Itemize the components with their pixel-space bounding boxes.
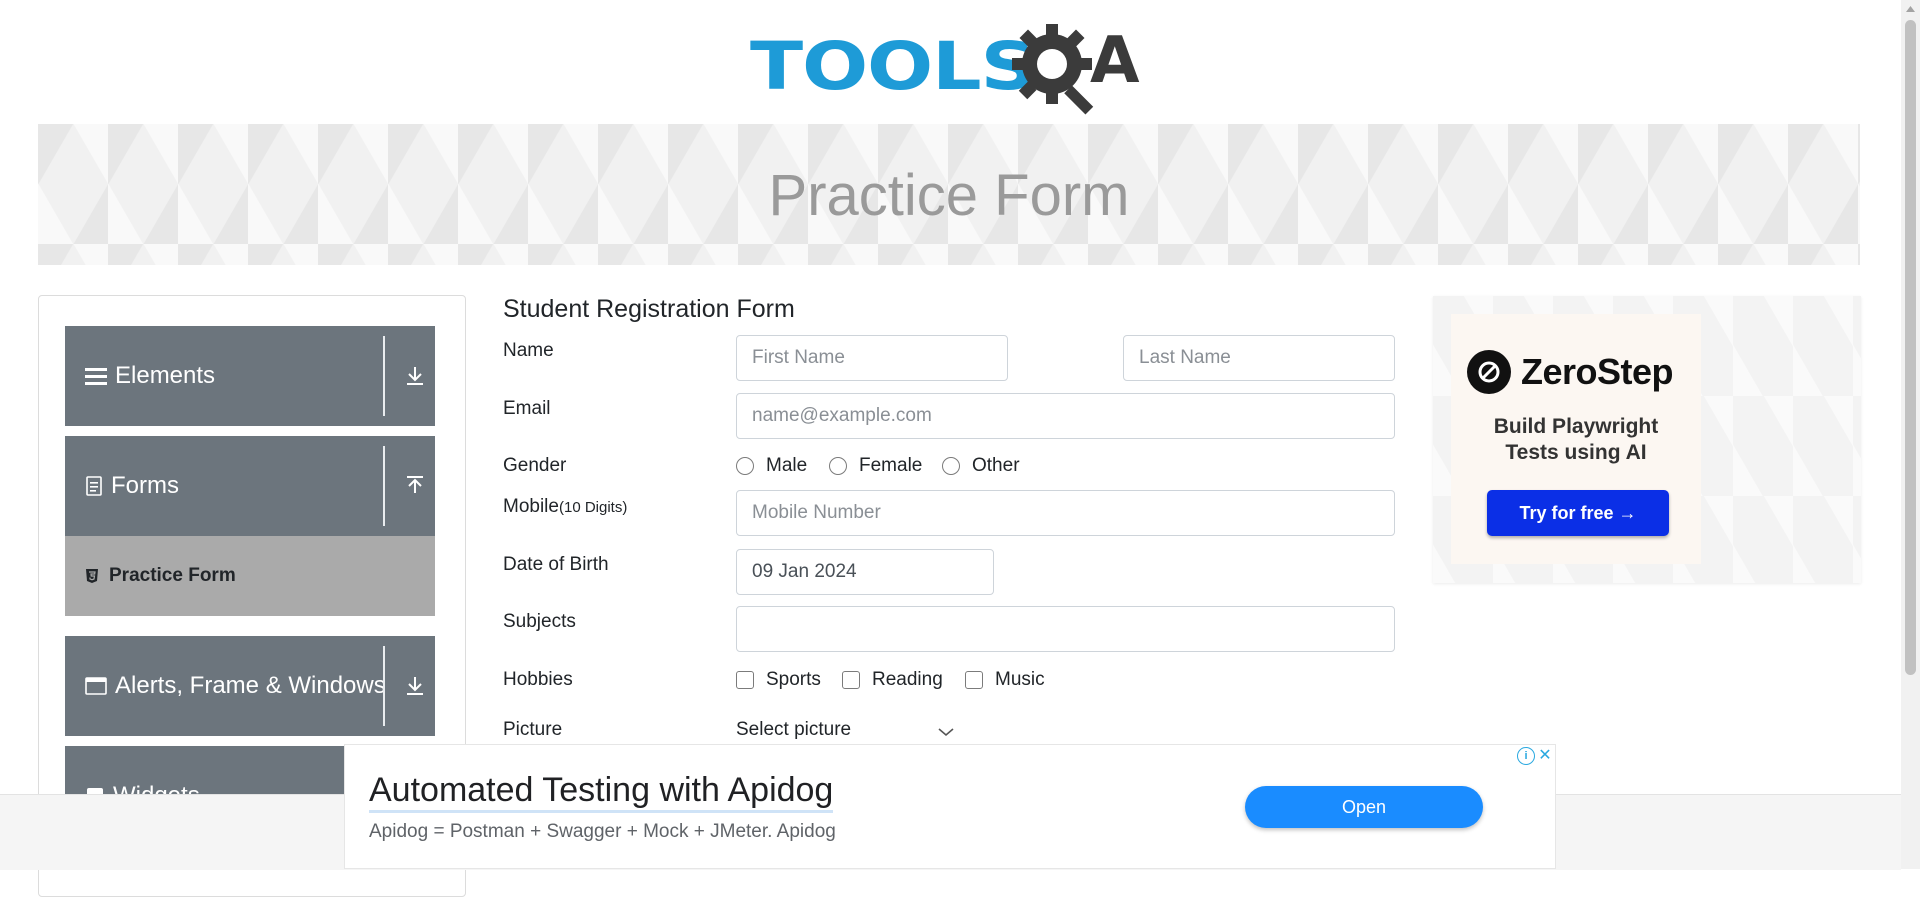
radio-circle[interactable] [829, 457, 847, 475]
zerostep-ad[interactable]: ZeroStep Build Playwright Tests using AI… [1433, 296, 1861, 583]
sidebar-group-label: Alerts, Frame & Windows [115, 672, 386, 699]
form-title: Student Registration Form [503, 295, 795, 323]
hobby-sports-checkbox[interactable]: Sports [736, 669, 821, 691]
ad-open-button[interactable]: Open [1245, 786, 1483, 828]
ad-subtitle: Apidog = Postman + Swagger + Mock + JMet… [369, 821, 836, 842]
download-arrow-icon[interactable] [395, 636, 435, 736]
hobby-reading-checkbox[interactable]: Reading [842, 669, 943, 691]
dob-label: Date of Birth [503, 554, 609, 575]
logo-a-text: A [1090, 24, 1140, 98]
first-name-input[interactable] [736, 335, 1008, 381]
html5-icon [85, 568, 99, 584]
divider [383, 336, 385, 416]
chevron-down-icon[interactable] [937, 726, 955, 738]
hobby-label: Reading [872, 669, 943, 690]
gender-male-radio[interactable]: Male [736, 455, 807, 477]
select-picture-label: Select picture [736, 719, 852, 740]
gender-female-radio[interactable]: Female [829, 455, 922, 477]
hobby-label: Music [995, 669, 1045, 690]
page-banner: Practice Form [38, 124, 1860, 265]
apidog-ad[interactable]: Automated Testing with Apidog Apidog = P… [344, 744, 1556, 869]
scrollbar-thumb[interactable] [1905, 20, 1916, 675]
picture-label: Picture [503, 719, 563, 740]
select-picture-button[interactable]: Select picture [736, 719, 851, 741]
checkbox-box[interactable] [842, 671, 860, 689]
hobby-music-checkbox[interactable]: Music [965, 669, 1045, 691]
subjects-label: Subjects [503, 611, 576, 632]
zerostep-tagline: Build Playwright Tests using AI [1451, 414, 1701, 466]
divider [383, 646, 385, 726]
ad-title[interactable]: Automated Testing with Apidog [369, 771, 834, 813]
scroll-up-arrow-icon[interactable] [1901, 0, 1920, 18]
gender-other-radio[interactable]: Other [942, 455, 1020, 477]
last-name-input[interactable] [1123, 335, 1395, 381]
sidebar-group-alerts[interactable]: Alerts, Frame & Windows [65, 636, 435, 736]
sidebar-group-forms[interactable]: Forms [65, 436, 435, 536]
sidebar-group-label: Elements [115, 362, 216, 389]
gender-option-label: Other [972, 455, 1020, 476]
ad-info-icon[interactable]: i [1517, 747, 1535, 765]
zerostep-mark-icon [1467, 350, 1511, 394]
upload-arrow-icon[interactable] [395, 436, 435, 536]
sidebar-group-elements[interactable]: Elements [65, 326, 435, 426]
dob-input[interactable] [736, 549, 994, 595]
subjects-input[interactable] [736, 606, 1395, 652]
try-for-free-button[interactable]: Try for free → [1487, 490, 1669, 536]
logo-tools-text: TOOLS [750, 27, 1037, 105]
radio-circle[interactable] [942, 457, 960, 475]
tagline-line1: Build Playwright [1493, 415, 1659, 438]
vertical-scrollbar[interactable] [1901, 0, 1920, 869]
radio-circle[interactable] [736, 457, 754, 475]
divider [383, 446, 385, 526]
sidebar-item-practice-form[interactable]: Practice Form [65, 536, 435, 616]
gender-option-label: Male [766, 455, 808, 476]
hamburger-icon [85, 366, 107, 386]
tagline-line2: Tests using AI [1505, 441, 1647, 464]
zerostep-logo: ZeroStep [1467, 350, 1674, 394]
email-label: Email [503, 398, 551, 419]
page-title: Practice Form [768, 163, 1130, 228]
sidebar-item-label: Practice Form [109, 565, 236, 586]
gender-option-label: Female [859, 455, 923, 476]
mobile-label-text: Mobile [503, 496, 559, 517]
ad-close-icon[interactable]: ✕ [1537, 747, 1553, 764]
document-icon [85, 476, 103, 496]
gender-label: Gender [503, 455, 567, 476]
zerostep-brand: ZeroStep [1521, 351, 1674, 392]
name-label: Name [503, 340, 554, 361]
mobile-label: Mobile(10 Digits) [503, 496, 627, 518]
download-arrow-icon[interactable] [395, 326, 435, 426]
mobile-input[interactable] [736, 490, 1395, 536]
mobile-hint: (10 Digits) [558, 499, 628, 516]
window-icon [85, 676, 107, 696]
checkbox-box[interactable] [736, 671, 754, 689]
toolsqa-logo[interactable]: TOOLS A [750, 18, 1140, 115]
hobbies-label: Hobbies [503, 669, 573, 690]
checkbox-box[interactable] [965, 671, 983, 689]
ad-content: ZeroStep Build Playwright Tests using AI… [1451, 314, 1701, 564]
hobby-label: Sports [766, 669, 821, 690]
email-input[interactable] [736, 393, 1395, 439]
sidebar-group-label: Forms [111, 472, 179, 499]
